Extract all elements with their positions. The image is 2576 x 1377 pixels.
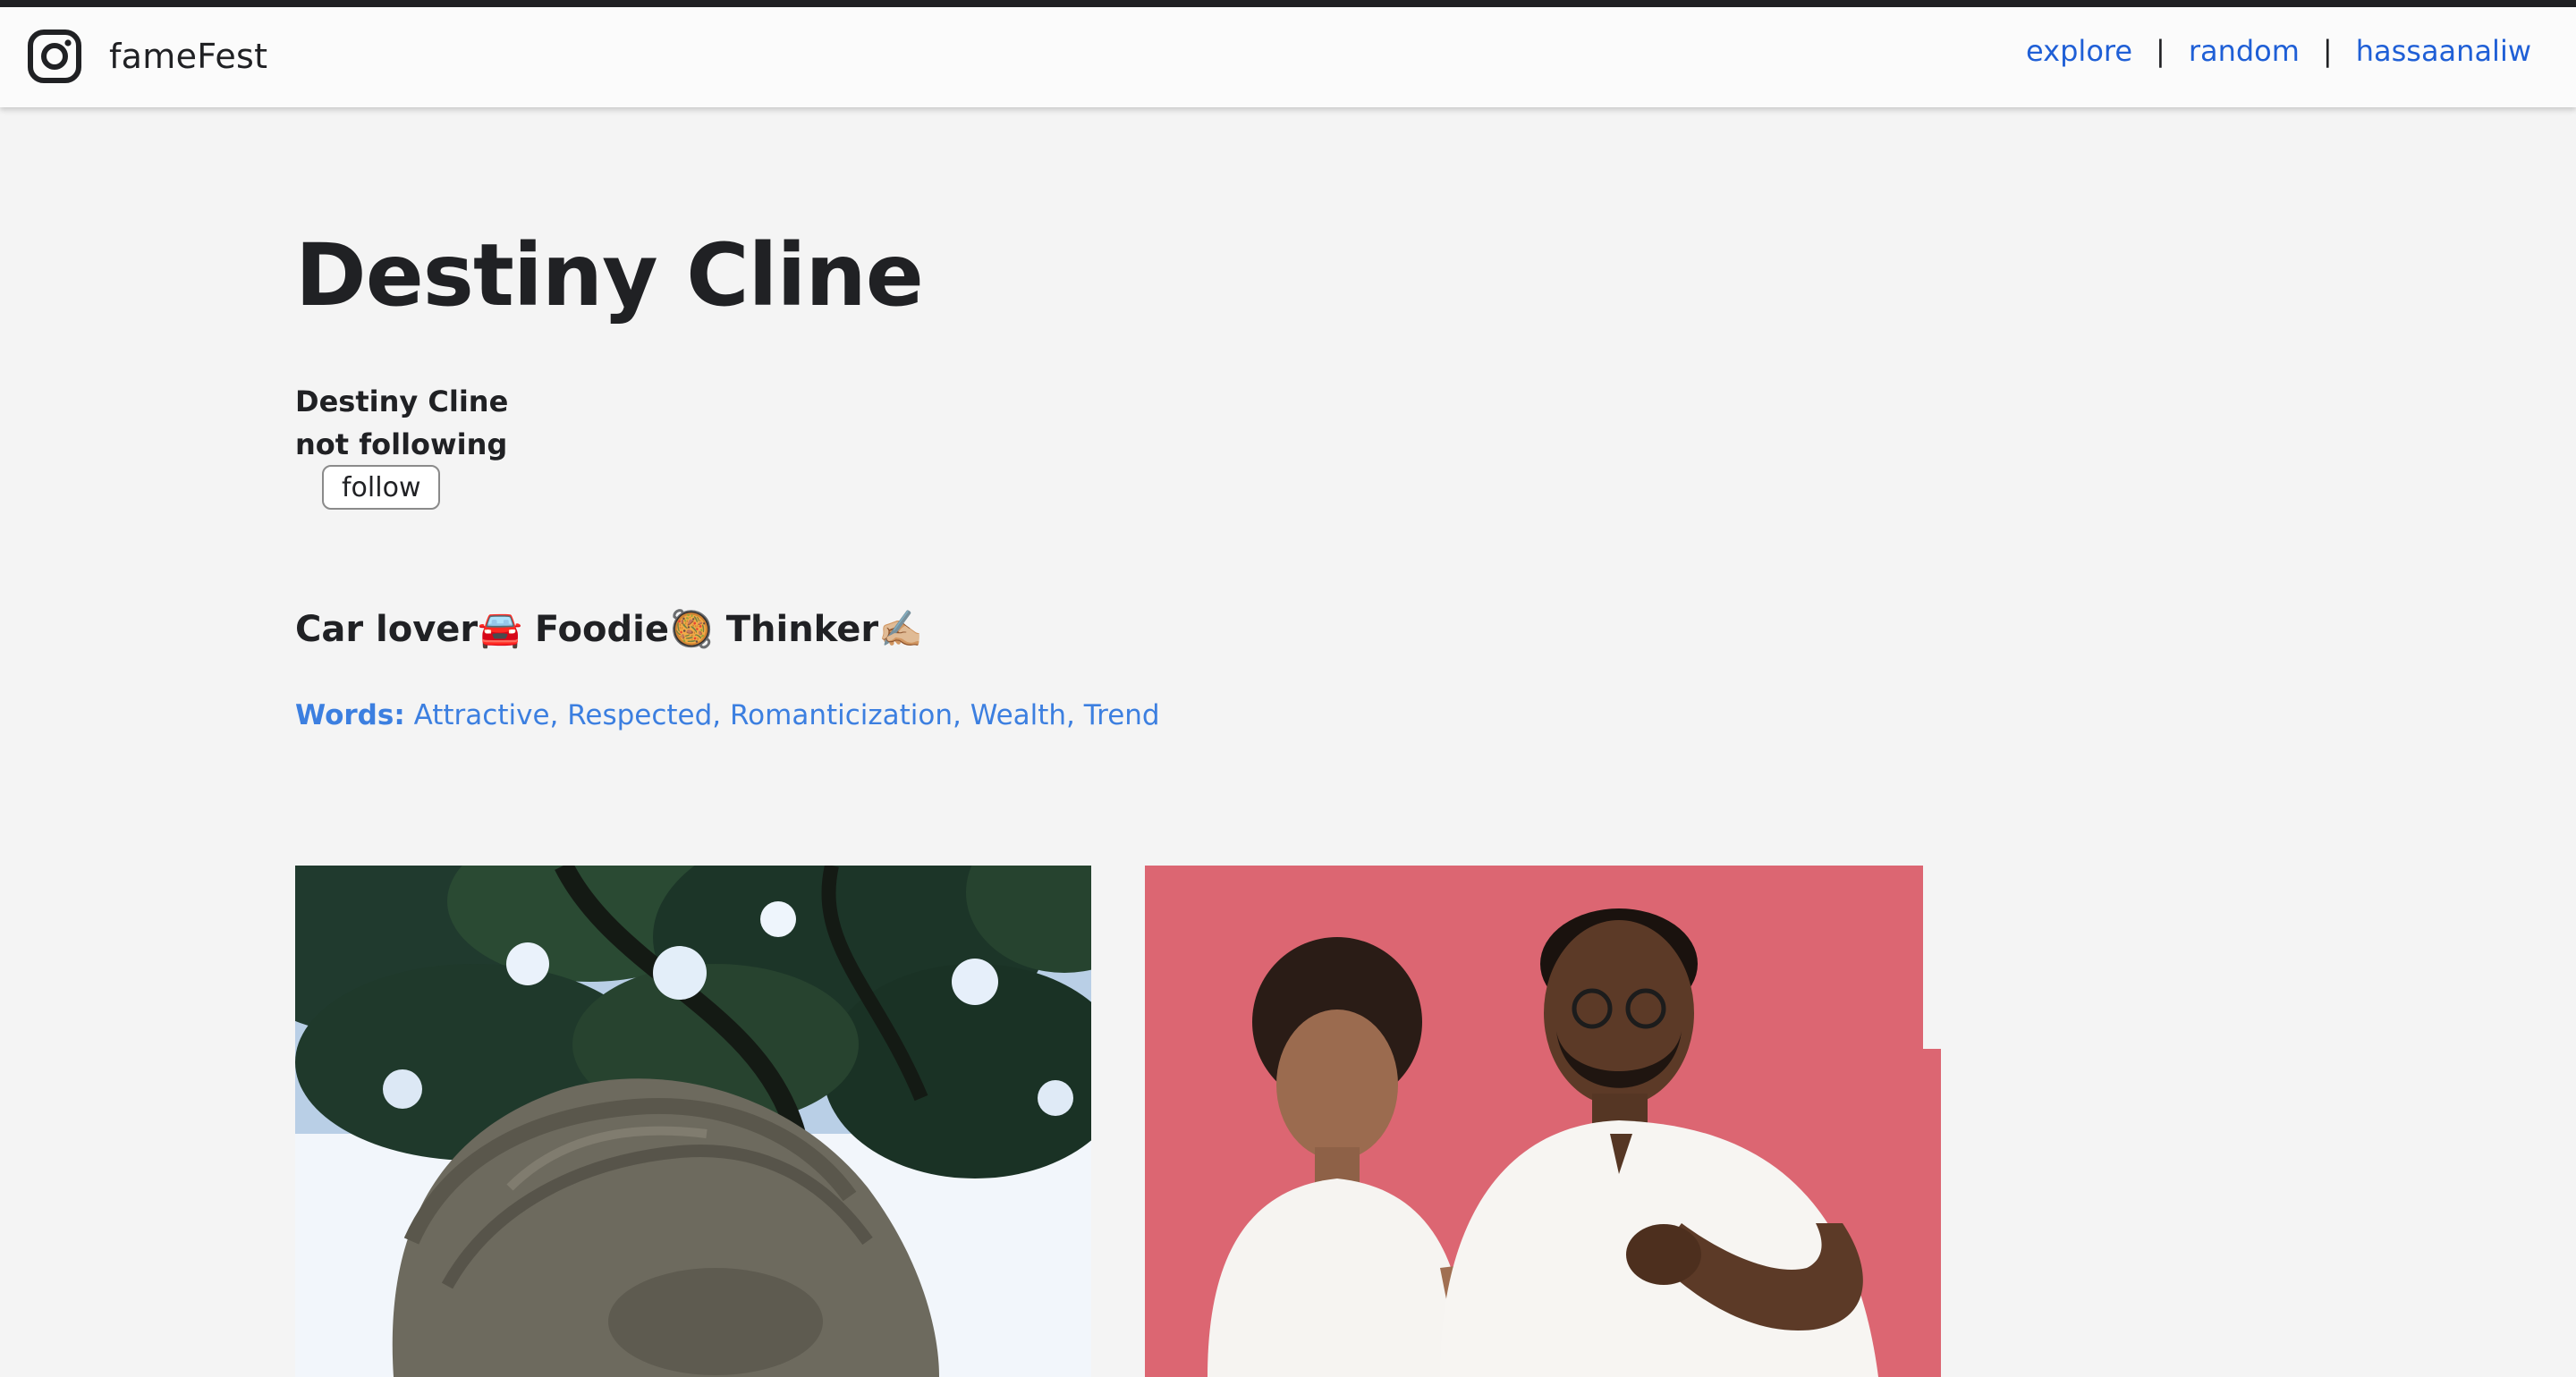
words-list: Attractive, Respected, Romanticization, …	[413, 699, 1160, 731]
nav-links: explore | random | hassaanaliw	[2026, 34, 2531, 68]
profile-content: Destiny Cline Destiny Cline not followin…	[295, 225, 1995, 731]
post-image-friends[interactable]	[1145, 866, 1941, 1377]
post-image-statue[interactable]	[295, 866, 1091, 1377]
navbar: fameFest explore | random | hassaanaliw	[0, 7, 2576, 107]
words-label: Words:	[295, 699, 405, 731]
statue-photo-art	[295, 866, 1091, 1377]
friends-photo-art	[1145, 866, 1941, 1377]
nav-explore-link[interactable]: explore	[2026, 34, 2132, 68]
window-top-strip	[0, 0, 2576, 7]
profile-words: Words: Attractive, Respected, Romanticiz…	[295, 699, 1160, 731]
camera-icon	[28, 30, 81, 83]
profile-bio: Car lover🚘 Foodie🥘 Thinker✍🏼	[295, 609, 923, 650]
nav-random-link[interactable]: random	[2189, 34, 2300, 68]
follow-status: not following	[295, 427, 508, 461]
app-name: fameFest	[109, 37, 268, 76]
nav-separator: |	[2322, 34, 2333, 68]
follow-button[interactable]: follow	[322, 465, 441, 510]
brand-link[interactable]: fameFest	[27, 29, 267, 84]
profile-display-name: Destiny Cline	[295, 384, 509, 418]
page-title: Destiny Cline	[295, 225, 924, 325]
nav-user-link[interactable]: hassaanaliw	[2356, 34, 2531, 68]
nav-separator: |	[2156, 34, 2165, 68]
